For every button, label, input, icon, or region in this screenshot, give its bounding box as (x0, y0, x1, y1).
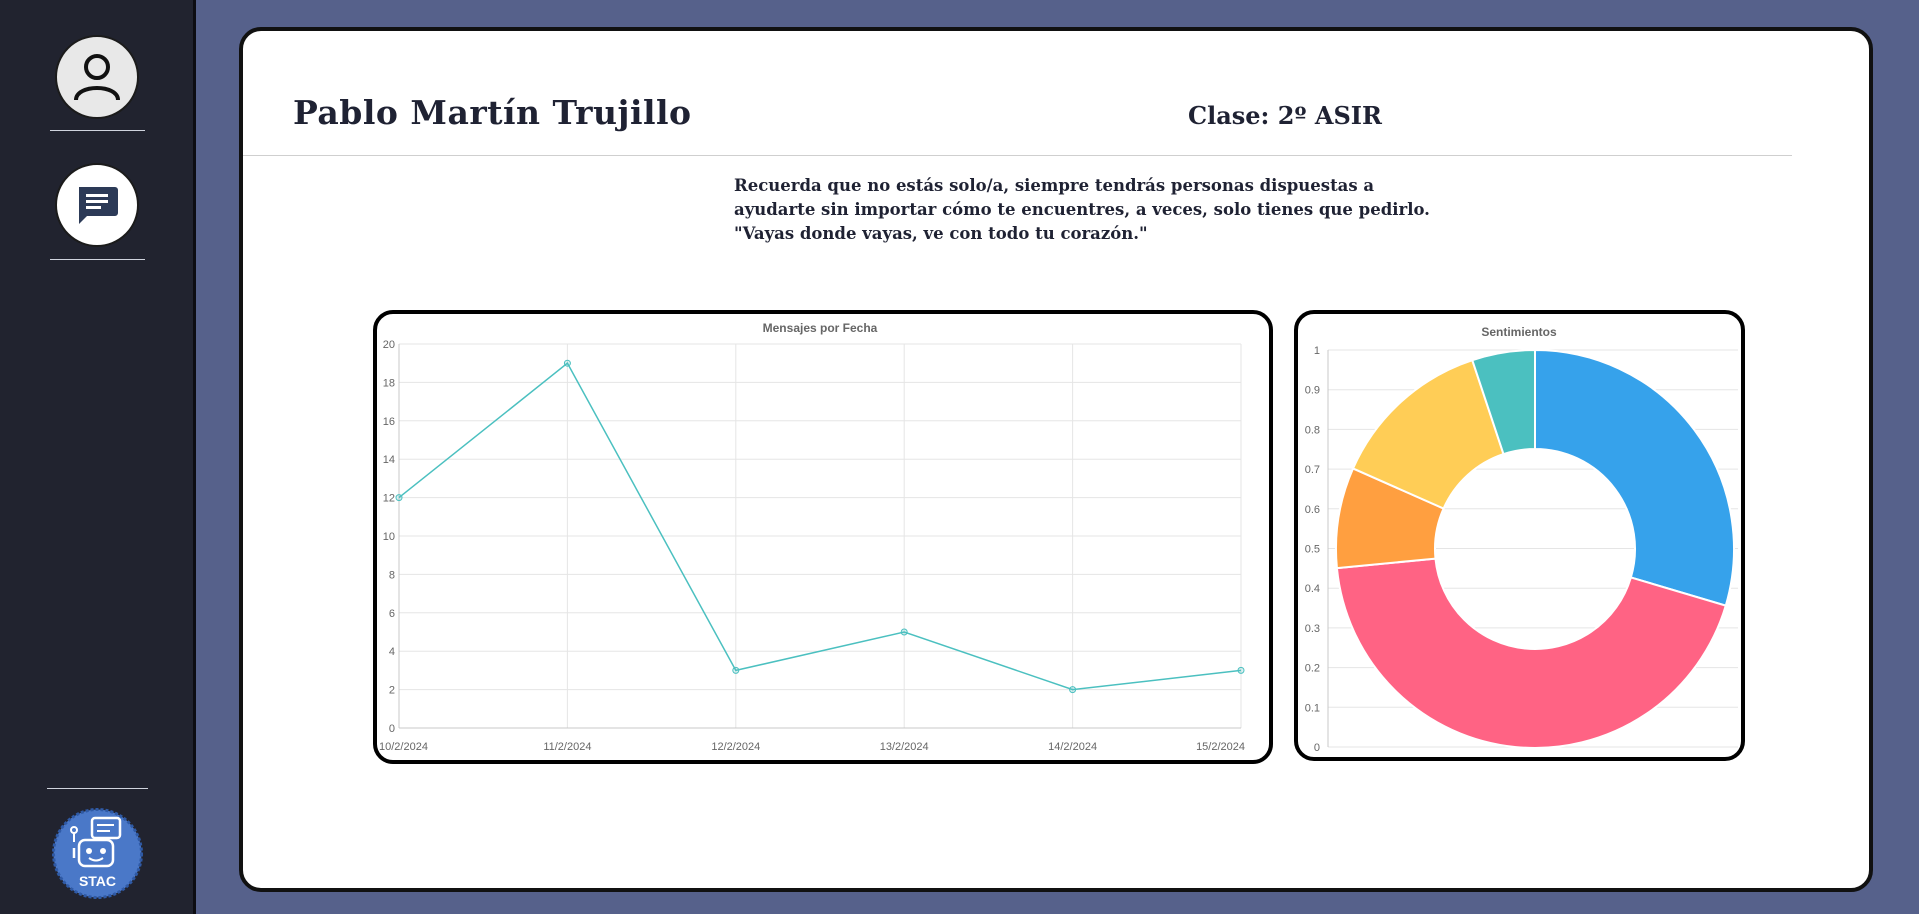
y-tick-label: 0.1 (1305, 702, 1320, 714)
y-tick-label: 0.4 (1305, 583, 1320, 595)
x-tick-label: 14/2/2024 (1048, 741, 1097, 753)
y-tick-label: 0.6 (1305, 504, 1320, 516)
sidebar-divider (47, 788, 148, 789)
quote-line: "Vayas donde vayas, ve con todo tu coraz… (734, 224, 1148, 243)
sidebar-divider (50, 259, 145, 260)
y-tick-label: 16 (383, 416, 395, 428)
y-tick-label: 0.5 (1305, 544, 1320, 556)
data-point (732, 666, 740, 674)
stac-logo[interactable]: STAC (52, 808, 143, 899)
student-name: Pablo Martín Trujillo (293, 93, 692, 132)
y-tick-label: 0.8 (1305, 424, 1320, 436)
profile-card: Pablo Martín Trujillo Clase: 2º ASIR Rec… (239, 27, 1873, 892)
chat-icon (79, 187, 118, 224)
y-tick-label: 12 (383, 493, 395, 505)
y-tick-label: 14 (383, 454, 395, 466)
profile-button[interactable] (55, 35, 139, 119)
y-tick-label: 4 (389, 646, 395, 658)
y-tick-label: 8 (389, 569, 395, 581)
sidebar-divider (50, 130, 145, 131)
quote-line: Recuerda que no estás solo/a, siempre te… (734, 176, 1375, 195)
y-tick-label: 6 (389, 608, 395, 620)
sentiment-doughnut-chart: Sentimientos 0 0.1 0.2 0.3 0.4 0.5 0.6 0.7 0.8 0.9… (1294, 310, 1745, 761)
y-tick-label: 0.3 (1305, 623, 1320, 635)
x-tick-label: 15/2/2024 (1196, 741, 1245, 753)
data-point (563, 359, 571, 367)
y-tick-label: 0.2 (1305, 663, 1320, 675)
y-tick-label: 2 (389, 685, 395, 697)
y-tick-label: 0 (389, 723, 395, 735)
y-tick-label: 10 (383, 531, 395, 543)
header-divider (243, 155, 1792, 156)
data-point (395, 494, 403, 502)
robot-chat-icon: STAC (52, 808, 143, 899)
x-tick-label: 10/2/2024 (379, 741, 428, 753)
y-tick-label: 18 (383, 377, 395, 389)
messages-line-chart: Mensajes por Fecha 0 2 4 6 8 10 12 14 16 18 20 10/2/… (373, 310, 1273, 764)
class-label: Clase: 2º ASIR (1188, 101, 1382, 130)
chart-title: Mensajes por Fecha (763, 321, 878, 335)
chat-button[interactable] (55, 163, 139, 247)
x-tick-label: 11/2/2024 (543, 741, 591, 753)
series-line (398, 362, 1242, 691)
y-tick-label: 0.7 (1305, 464, 1320, 476)
data-point (900, 628, 908, 636)
y-tick-label: 0 (1314, 742, 1320, 754)
y-tick-label: 0.9 (1305, 385, 1320, 397)
y-tick-label: 1 (1314, 345, 1320, 357)
user-icon (74, 54, 120, 101)
x-tick-label: 12/2/2024 (711, 741, 760, 753)
logo-text: STAC (79, 873, 116, 889)
data-point (1069, 686, 1077, 694)
data-point (1237, 666, 1245, 674)
chart-title: Sentimientos (1481, 325, 1557, 339)
x-tick-label: 13/2/2024 (880, 741, 929, 753)
motivational-quote: Recuerda que no estás solo/a, siempre te… (734, 174, 1434, 246)
quote-line: ayudarte sin importar cómo te encuentres… (734, 200, 1430, 219)
sidebar: STAC (0, 0, 196, 914)
doughnut-slice (1534, 348, 1735, 607)
y-tick-label: 20 (383, 339, 395, 351)
